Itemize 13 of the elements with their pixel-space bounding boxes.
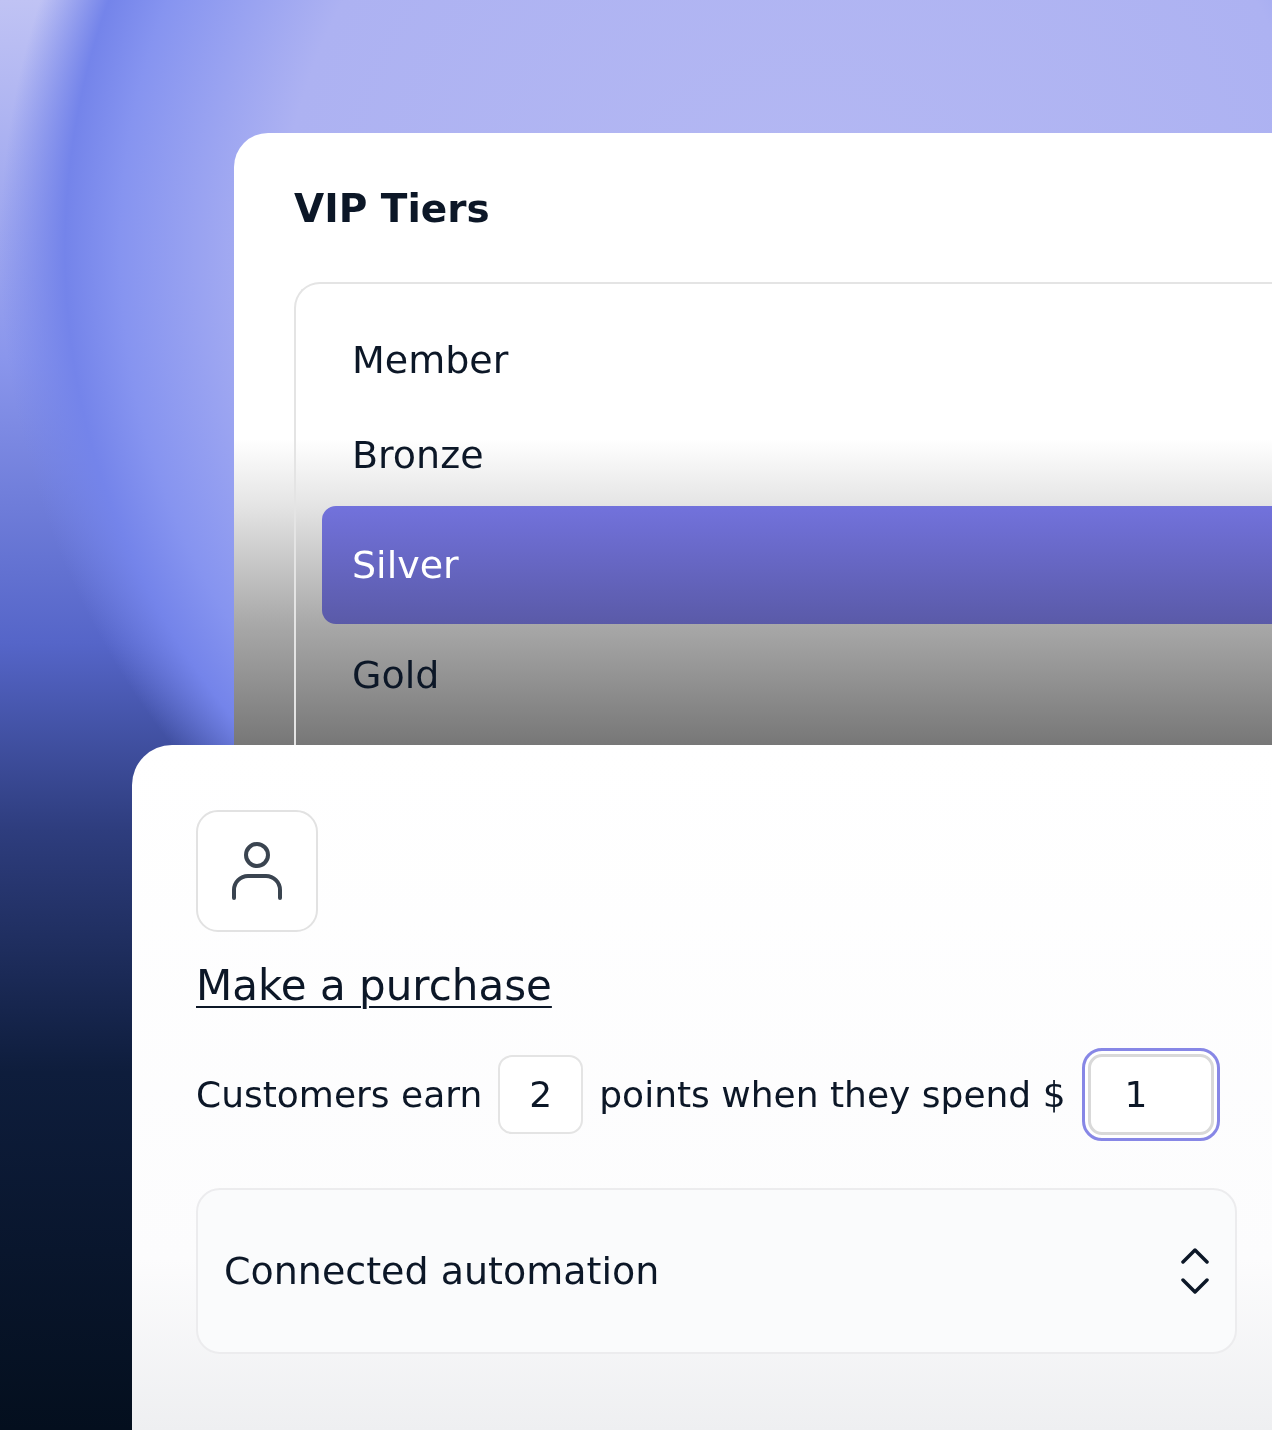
- sentence-text: Customers earn: [196, 1072, 483, 1117]
- purchase-link[interactable]: Make a purchase: [196, 958, 552, 1014]
- tier-option[interactable]: Silver: [322, 506, 1272, 624]
- sentence-text: points when they spend $: [599, 1072, 1066, 1117]
- number-field[interactable]: 2: [498, 1055, 584, 1134]
- panel-title: VIP Tiers: [294, 185, 490, 233]
- number-field[interactable]: 1: [1081, 1048, 1220, 1141]
- user-icon: [196, 810, 318, 932]
- tier-option[interactable]: Bronze: [322, 411, 1272, 499]
- automation-select[interactable]: Connected automation: [196, 1188, 1237, 1354]
- tier-option[interactable]: Member: [322, 316, 1272, 404]
- chevrons-up-down-icon: [1181, 1248, 1209, 1294]
- tier-option[interactable]: Gold: [322, 631, 1272, 719]
